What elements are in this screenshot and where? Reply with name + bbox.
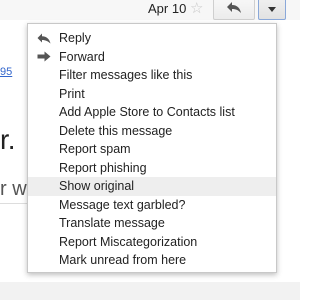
menu-item-label: Filter messages like this: [59, 68, 193, 82]
menu-item-filter-messages[interactable]: Filter messages like this: [28, 66, 276, 85]
menu-item-delete-message[interactable]: Delete this message: [28, 122, 276, 141]
menu-item-translate-message[interactable]: Translate message: [28, 214, 276, 233]
menu-item-report-phishing[interactable]: Report phishing: [28, 159, 276, 178]
message-date: Apr 10: [148, 1, 187, 16]
menu-item-label: Add Apple Store to Contacts list: [59, 105, 235, 119]
menu-item-show-original[interactable]: Show original: [28, 177, 276, 196]
forward-icon: [36, 48, 52, 67]
menu-item-message-text-garbled[interactable]: Message text garbled?: [28, 196, 276, 215]
background-heading-fragment: r.: [0, 124, 16, 155]
menu-item-label: Reply: [59, 31, 91, 45]
menu-item-reply[interactable]: Reply: [28, 29, 276, 48]
reply-arrow-icon: [226, 0, 242, 18]
menu-item-print[interactable]: Print: [28, 85, 276, 104]
more-actions-button[interactable]: [258, 0, 286, 20]
menu-item-label: Translate message: [59, 216, 165, 230]
menu-item-label: Report spam: [59, 142, 131, 156]
menu-item-mark-unread[interactable]: Mark unread from here: [28, 251, 276, 270]
reply-icon: [36, 29, 52, 48]
message-header-bar: Apr 10 ☆: [0, 0, 300, 20]
menu-item-report-miscategorization[interactable]: Report Miscategorization: [28, 233, 276, 252]
background-link[interactable]: 95: [0, 66, 12, 78]
bottom-bar: [0, 282, 300, 300]
menu-item-label: Print: [59, 86, 85, 101]
menu-item-label: Report phishing: [59, 160, 147, 175]
menu-item-label: Mark unread from here: [59, 253, 187, 267]
star-icon[interactable]: ☆: [190, 0, 203, 17]
dropdown-triangle-icon: [267, 0, 277, 18]
menu-item-report-spam[interactable]: Report spam: [28, 140, 276, 159]
menu-item-label: Report Miscategorization: [59, 234, 198, 249]
more-actions-menu: Reply Forward Filter messages like this …: [27, 23, 277, 273]
menu-item-forward[interactable]: Forward: [28, 48, 276, 67]
menu-item-label: Forward: [59, 49, 105, 64]
menu-item-label: Delete this message: [59, 123, 173, 138]
reply-button[interactable]: [213, 0, 255, 20]
menu-item-add-to-contacts[interactable]: Add Apple Store to Contacts list: [28, 103, 276, 122]
menu-item-label: Show original: [59, 179, 135, 193]
menu-item-label: Message text garbled?: [59, 197, 186, 212]
